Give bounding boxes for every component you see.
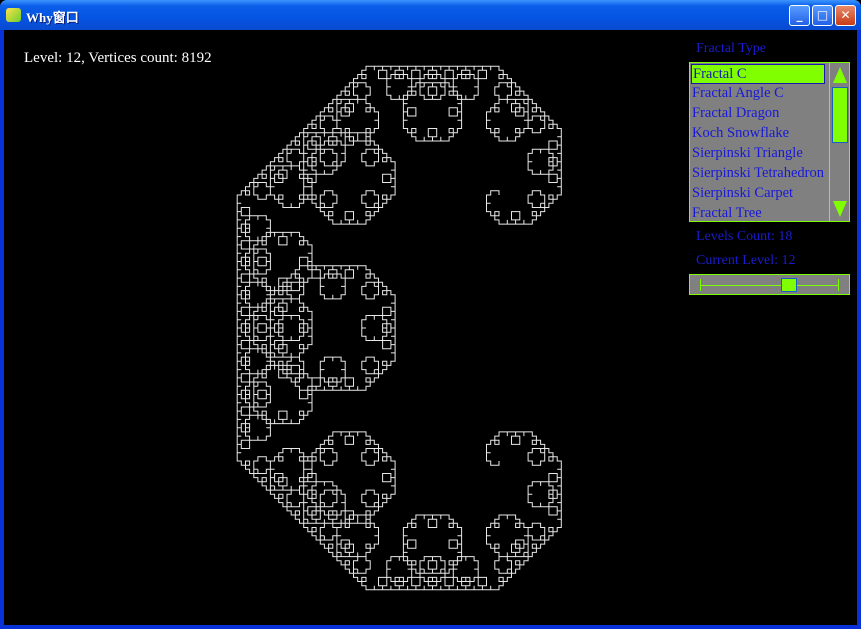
levels-count-label: Levels Count: 18 (696, 229, 793, 244)
fractal-c-curve (236, 65, 562, 591)
slider-tick (700, 279, 701, 291)
listbox-scrollbar[interactable] (829, 63, 849, 221)
fractal-type-option[interactable]: Fractal Tree (691, 204, 825, 224)
scroll-up-arrow-icon[interactable] (833, 67, 847, 83)
fractal-type-option[interactable]: Koch Snowflake (691, 124, 825, 144)
fractal-type-option[interactable]: Fractal C (691, 64, 825, 84)
fractal-type-label: Fractal Type (696, 41, 766, 56)
current-level-label: Current Level: 12 (696, 253, 796, 268)
fractal-type-listbox[interactable]: Fractal C Fractal Angle C Fractal Dragon Ko… (689, 62, 850, 222)
scrollbar-thumb[interactable] (832, 87, 848, 143)
fractal-type-option[interactable]: Fractal Dragon (691, 104, 825, 124)
app-window: Why窗口 _ □ ✕ Level: 12, Vertices count: 8… (0, 0, 861, 629)
client-area: Level: 12, Vertices count: 8192 Fractal … (4, 30, 857, 625)
slider-track (700, 285, 839, 286)
fractal-type-option[interactable]: Fractal Angle C (691, 84, 825, 104)
fractal-type-option[interactable]: Sierpinski Tetrahedron (691, 164, 825, 184)
slider-tick (838, 279, 839, 291)
scroll-down-arrow-icon[interactable] (833, 201, 847, 217)
slider-knob[interactable] (781, 278, 798, 292)
fractal-type-option[interactable]: Sierpinski Carpet (691, 184, 825, 204)
level-slider[interactable] (689, 274, 850, 295)
level-info-text: Level: 12, Vertices count: 8192 (24, 50, 212, 66)
fractal-type-option[interactable]: Sierpinski Triangle (691, 144, 825, 164)
